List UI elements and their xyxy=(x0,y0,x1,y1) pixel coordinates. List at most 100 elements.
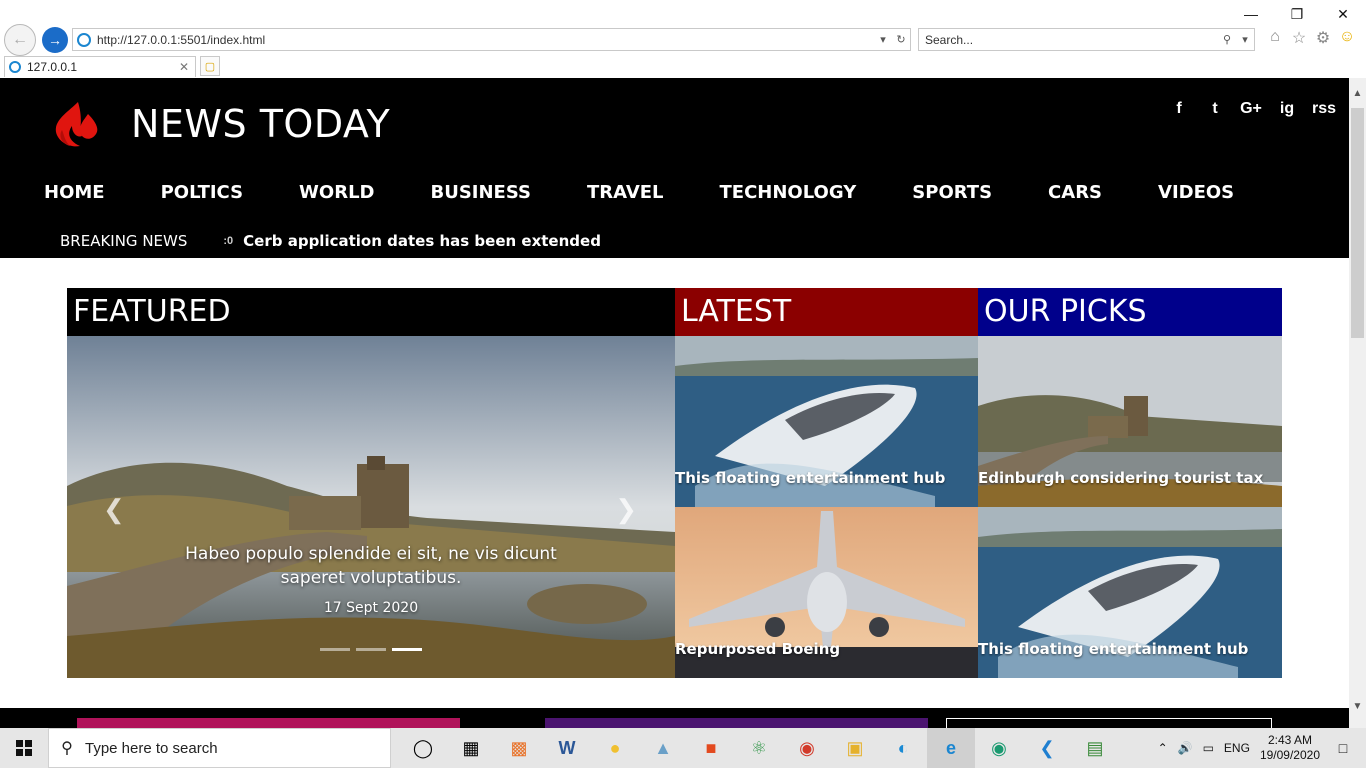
search-dropdown-icon[interactable]: ▾ xyxy=(1236,33,1254,46)
carousel-next-icon[interactable]: ❯ xyxy=(615,494,637,525)
ie-page-icon xyxy=(77,32,91,47)
nav-home[interactable]: HOME xyxy=(16,182,133,203)
page-viewport: NEWS TODAY f t G+ ig rss HOME POLTICS WO… xyxy=(0,78,1349,728)
article-caption[interactable]: Repurposed Boeing xyxy=(675,640,840,658)
nav-world[interactable]: WORLD xyxy=(271,182,402,203)
address-url[interactable]: http://127.0.0.1:5501/index.html xyxy=(97,33,874,47)
snipping-tool-icon[interactable]: ▲ xyxy=(639,728,687,768)
word-icon[interactable]: W xyxy=(543,728,591,768)
rss-icon[interactable]: rss xyxy=(1312,100,1336,118)
language-indicator[interactable]: ENG xyxy=(1224,741,1250,755)
flame-logo-icon[interactable] xyxy=(48,100,104,148)
our-picks-heading: OUR PICKS xyxy=(978,288,1282,336)
scroll-down-icon[interactable]: ▼ xyxy=(1349,701,1366,712)
show-hidden-icons-icon[interactable]: ⌃ xyxy=(1158,741,1168,755)
breaking-news-headline[interactable]: Cerb application dates has been extended xyxy=(243,232,601,250)
charts-app-icon[interactable]: ▤ xyxy=(1071,728,1119,768)
taskbar-search-input[interactable]: Type here to search xyxy=(85,740,218,757)
edge-icon[interactable]: ◐ xyxy=(879,728,927,768)
battery-icon[interactable]: ▭ xyxy=(1203,741,1214,755)
xampp-icon[interactable]: ▩ xyxy=(495,728,543,768)
taskbar-search[interactable]: ⚲ Type here to search xyxy=(48,728,391,768)
windows-logo-icon xyxy=(16,740,32,756)
refresh-icon[interactable]: ↻ xyxy=(892,33,910,46)
settings-gear-icon[interactable]: ⚙ xyxy=(1314,28,1332,48)
article-caption[interactable]: Edinburgh considering tourist tax xyxy=(978,469,1263,487)
carousel-prev-icon[interactable]: ❮ xyxy=(103,494,125,525)
carousel-indicator-active[interactable] xyxy=(392,648,422,651)
breaking-news-label: BREAKING NEWS xyxy=(60,232,188,250)
pdf-reader-icon[interactable]: ■ xyxy=(687,728,735,768)
latest-article-card[interactable]: Repurposed Boeing xyxy=(675,507,978,678)
internet-explorer-icon[interactable]: e xyxy=(927,728,975,768)
browser-tab[interactable]: 127.0.0.1 ✕ xyxy=(4,56,196,77)
article-caption[interactable]: This floating entertainment hub xyxy=(675,469,945,487)
file-explorer-icon[interactable]: ▣ xyxy=(831,728,879,768)
favorites-star-icon[interactable]: ☆ xyxy=(1290,28,1308,48)
atom-editor-icon[interactable]: ⚛ xyxy=(735,728,783,768)
carousel-caption[interactable]: Habeo populo splendide ei sit, ne vis di… xyxy=(161,542,581,590)
start-button[interactable] xyxy=(0,728,48,768)
page-scrollbar[interactable]: ▲ ▼ xyxy=(1349,78,1366,728)
forward-arrow-icon: → xyxy=(48,32,62,48)
breaking-news-bar: BREAKING NEWS :0 Cerb application dates … xyxy=(60,232,601,250)
featured-carousel[interactable]: ❮ ❯ Habeo populo splendide ei sit, ne vi… xyxy=(67,336,675,678)
nav-politics[interactable]: POLTICS xyxy=(133,182,271,203)
google-plus-icon[interactable]: G+ xyxy=(1240,100,1262,118)
vscode-icon[interactable]: ❮ xyxy=(1023,728,1071,768)
carousel-indicators xyxy=(320,648,422,651)
nav-sports[interactable]: SPORTS xyxy=(884,182,1020,203)
browser-tools: ⌂ ☆ ⚙ ☺ xyxy=(1266,28,1356,48)
carousel-indicator[interactable] xyxy=(356,648,386,651)
tab-close-icon[interactable]: ✕ xyxy=(179,60,195,74)
latest-article-card[interactable]: This floating entertainment hub xyxy=(675,336,978,507)
new-tab-button[interactable]: ▢ xyxy=(200,56,220,76)
clock[interactable]: 2:43 AM 19/09/2020 xyxy=(1260,733,1320,763)
gitkraken-icon[interactable]: ◉ xyxy=(975,728,1023,768)
system-tray: ⌃ 🔊 ▭ ENG 2:43 AM 19/09/2020 □ xyxy=(1158,733,1366,763)
category-tab-purple[interactable] xyxy=(545,718,928,728)
scroll-up-icon[interactable]: ▲ xyxy=(1349,88,1366,99)
nav-travel[interactable]: TRAVEL xyxy=(559,182,692,203)
dropdown-icon[interactable]: ▾ xyxy=(874,33,892,46)
featured-heading: FEATURED xyxy=(67,288,675,336)
browser-search-input[interactable]: Search... xyxy=(925,33,1218,47)
main-nav: HOME POLTICS WORLD BUSINESS TRAVEL TECHN… xyxy=(16,182,1262,203)
nav-business[interactable]: BUSINESS xyxy=(402,182,558,203)
twitter-icon[interactable]: t xyxy=(1204,100,1226,118)
instagram-icon[interactable]: ig xyxy=(1276,100,1298,118)
facebook-icon[interactable]: f xyxy=(1168,100,1190,118)
chrome-icon[interactable]: ◉ xyxy=(783,728,831,768)
notifications-icon[interactable]: □ xyxy=(1330,740,1356,756)
castle-landscape-image xyxy=(67,336,675,678)
search-icon[interactable]: ⚲ xyxy=(1218,33,1236,46)
pick-article-card[interactable]: This floating entertainment hub xyxy=(978,507,1282,678)
breaking-news-number: :0 xyxy=(223,235,234,247)
browser-search-box[interactable]: Search... ⚲ ▾ xyxy=(918,28,1255,51)
close-icon[interactable]: ✕ xyxy=(1320,0,1366,28)
pick-article-card[interactable]: Edinburgh considering tourist tax xyxy=(978,336,1282,507)
volume-icon[interactable]: 🔊 xyxy=(1178,741,1193,755)
address-bar[interactable]: http://127.0.0.1:5501/index.html ▾ ↻ xyxy=(72,28,911,51)
sticky-notes-icon[interactable]: ● xyxy=(591,728,639,768)
lower-section-bar xyxy=(0,708,1349,728)
home-icon[interactable]: ⌂ xyxy=(1266,28,1284,48)
scroll-thumb[interactable] xyxy=(1351,108,1364,338)
forward-button[interactable]: → xyxy=(42,27,68,53)
task-view-icon[interactable]: ▦ xyxy=(447,728,495,768)
feedback-smiley-icon[interactable]: ☺ xyxy=(1338,28,1356,48)
category-tab-outline[interactable] xyxy=(946,718,1272,728)
nav-cars[interactable]: CARS xyxy=(1020,182,1130,203)
carousel-indicator[interactable] xyxy=(320,648,350,651)
restore-icon[interactable]: ❐ xyxy=(1274,0,1320,28)
clock-time: 2:43 AM xyxy=(1267,733,1312,747)
category-tab-pink[interactable] xyxy=(77,718,460,728)
nav-technology[interactable]: TECHNOLOGY xyxy=(692,182,885,203)
nav-videos[interactable]: VIDEOS xyxy=(1130,182,1262,203)
window-controls: — ❐ ✕ xyxy=(1228,0,1366,28)
article-caption[interactable]: This floating entertainment hub xyxy=(978,640,1248,658)
cortana-icon[interactable]: ◯ xyxy=(399,728,447,768)
site-title[interactable]: NEWS TODAY xyxy=(131,102,390,146)
minimize-icon[interactable]: — xyxy=(1228,0,1274,28)
back-button[interactable]: ← xyxy=(4,24,36,56)
